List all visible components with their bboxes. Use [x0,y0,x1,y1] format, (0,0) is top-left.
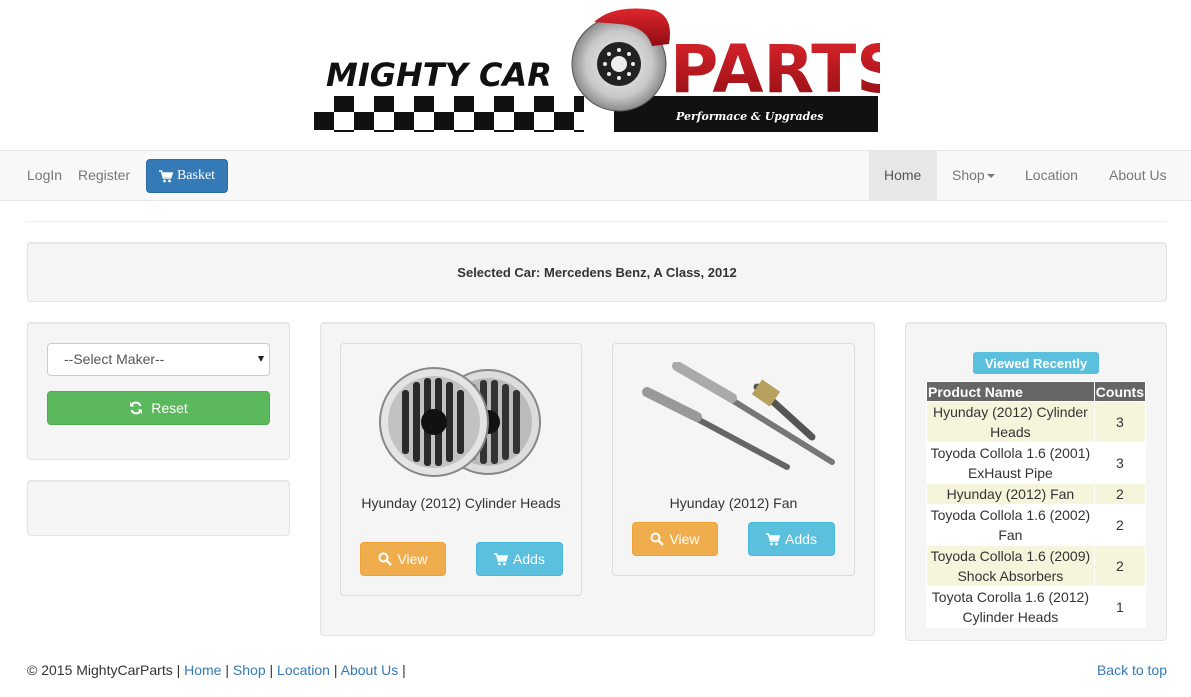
maker-select-value: --Select Maker-- [64,351,165,367]
footer-separator: | [333,662,338,678]
cart-icon [158,169,173,182]
nav-shop-dropdown[interactable]: Shop [952,151,995,200]
table-row[interactable]: Hyunday (2012) Fan 2 [926,483,1147,505]
footer-location-link[interactable]: Location [277,662,330,678]
product-name: Hyunday (2012) Fan [669,495,798,511]
view-button[interactable]: View [360,542,446,576]
basket-label: Basket [176,168,216,183]
copyright-text: © 2015 MightyCarParts | [27,662,181,678]
column-header: Product Name [926,381,1095,402]
reset-label: Reset [151,400,188,416]
logo-word1: MIGHTY CAR [326,56,552,94]
logo-tagline: Performace & Upgrades [675,110,823,123]
footer: © 2015 MightyCarParts | Home | Shop | Lo… [27,662,406,678]
refresh-icon [130,401,143,415]
table-row[interactable]: Toyota Corolla 1.6 (2012) Cylinder Heads… [926,586,1147,628]
product-name-cell: Hyunday (2012) Fan [926,483,1095,505]
product-name-cell: Toyoda Collola 1.6 (2009) Shock Absorber… [926,545,1095,587]
search-icon [378,552,393,566]
product-name-cell: Hyunday (2012) Cylinder Heads [926,401,1095,443]
nav-register-link[interactable]: Register [78,151,130,200]
product-name-cell: Toyota Corolla 1.6 (2012) Cylinder Heads [926,586,1095,628]
count-cell: 2 [1093,504,1147,546]
nav-home-link[interactable]: Home [884,151,921,200]
product-name-cell: Toyoda Collola 1.6 (2002) Fan [926,504,1095,546]
count-cell: 2 [1093,545,1147,587]
adds-label: Adds [513,551,545,567]
cart-icon [766,532,781,545]
back-to-top-link[interactable]: Back to top [1097,662,1167,678]
brand-logo: MIGHTY CAR PARTS Performace & Upgrades [314,8,880,132]
footer-about-link[interactable]: About Us [341,662,399,678]
recently-viewed-table: Product Name Counts Hyunday (2012) Cylin… [926,381,1147,628]
view-label: View [397,551,428,567]
selected-car-banner: Selected Car: Mercedens Benz, A Class, 2… [27,242,1167,302]
search-icon [650,532,665,546]
table-row[interactable]: Toyoda Collola 1.6 (2001) ExHaust Pipe 3 [926,442,1147,484]
count-cell: 3 [1093,442,1147,484]
nav-login-link[interactable]: LogIn [27,151,62,200]
footer-shop-link[interactable]: Shop [233,662,266,678]
count-cell: 3 [1093,401,1147,443]
adds-label: Adds [785,531,817,547]
nav-location-link[interactable]: Location [1025,151,1078,200]
cart-icon [494,552,509,565]
dropdown-arrow-icon [258,356,264,362]
product-name-cell: Toyoda Collola 1.6 (2001) ExHaust Pipe [926,442,1095,484]
chevron-down-icon [986,174,995,179]
column-header: Counts [1093,381,1147,402]
table-row[interactable]: Toyoda Collola 1.6 (2009) Shock Absorber… [926,545,1147,587]
basket-button[interactable]: Basket [146,159,228,193]
product-name: Hyunday (2012) Cylinder Heads [361,495,561,511]
product-image-horn-speakers[interactable] [376,362,541,477]
header: MIGHTY CAR PARTS Performace & Upgrades [0,0,1191,150]
product-card: Hyunday (2012) Cylinder Heads View Adds [340,343,582,596]
footer-separator: | [402,662,406,678]
table-row[interactable]: Hyunday (2012) Cylinder Heads 3 [926,401,1147,443]
maker-select[interactable]: --Select Maker-- [47,343,270,376]
footer-separator: | [269,662,274,678]
product-card: Hyunday (2012) Fan View Adds [612,343,855,576]
view-button[interactable]: View [632,522,718,556]
product-image-glow-plugs[interactable] [637,362,837,477]
nav-about-link[interactable]: About Us [1109,151,1167,200]
add-to-basket-button[interactable]: Adds [476,542,563,576]
viewed-recently-label: Viewed Recently [973,352,1099,374]
empty-panel [27,480,290,536]
nav-shop-label: Shop [952,167,985,183]
table-header-row: Product Name Counts [926,381,1147,402]
count-cell: 1 [1093,586,1147,628]
logo-word2: PARTS [670,31,880,108]
view-label: View [669,531,700,547]
count-cell: 2 [1093,483,1147,505]
table-row[interactable]: Toyoda Collola 1.6 (2002) Fan 2 [926,504,1147,546]
navbar: LogIn Register Basket Home Shop Location… [0,150,1191,201]
footer-home-link[interactable]: Home [184,662,221,678]
footer-separator: | [225,662,230,678]
add-to-basket-button[interactable]: Adds [748,522,835,556]
reset-button[interactable]: Reset [47,391,270,425]
divider [27,221,1167,222]
